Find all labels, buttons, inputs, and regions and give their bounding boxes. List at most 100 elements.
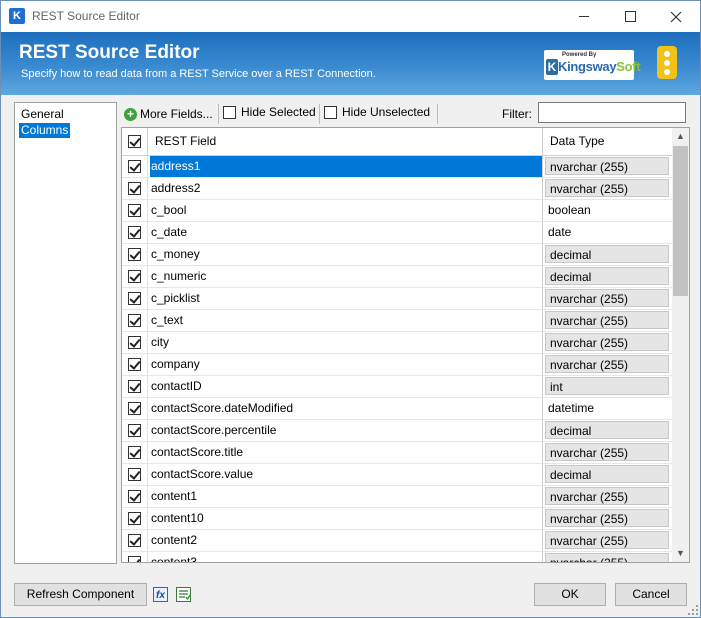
hide-selected-checkbox[interactable]: Hide Selected	[223, 105, 316, 119]
data-type-cell[interactable]: int	[542, 376, 673, 397]
row-checkbox[interactable]	[128, 534, 141, 547]
data-type-cell[interactable]: nvarchar (255)	[542, 530, 673, 551]
rest-field-cell[interactable]: content1	[150, 486, 542, 507]
rest-field-cell[interactable]: content2	[150, 530, 542, 551]
rest-field-cell[interactable]: contactScore.dateModified	[150, 398, 542, 419]
scroll-up-icon[interactable]: ▲	[672, 128, 689, 145]
data-type-cell[interactable]: nvarchar (255)	[542, 178, 673, 199]
table-row[interactable]: c_money decimal	[122, 244, 672, 266]
resize-grip-icon[interactable]	[687, 604, 699, 616]
data-type-cell[interactable]: decimal	[542, 244, 673, 265]
row-checkbox[interactable]	[128, 160, 141, 173]
vertical-scrollbar[interactable]: ▲ ▼	[672, 128, 689, 562]
data-type-cell[interactable]: nvarchar (255)	[542, 552, 673, 562]
rest-field-cell[interactable]: content3	[150, 552, 542, 562]
row-checkbox[interactable]	[128, 468, 141, 481]
row-checkbox[interactable]	[128, 358, 141, 371]
rest-field-cell[interactable]: contactID	[150, 376, 542, 397]
table-row[interactable]: c_date date	[122, 222, 672, 244]
ok-button[interactable]: OK	[534, 583, 606, 606]
column-header-data-type[interactable]: Data Type	[550, 128, 604, 155]
data-type-cell[interactable]: nvarchar (255)	[542, 156, 673, 177]
cancel-button[interactable]: Cancel	[615, 583, 687, 606]
rest-field-cell[interactable]: contactScore.value	[150, 464, 542, 485]
row-checkbox[interactable]	[128, 446, 141, 459]
data-type-cell[interactable]: nvarchar (255)	[542, 486, 673, 507]
rest-field-cell[interactable]: contactScore.title	[150, 442, 542, 463]
row-checkbox[interactable]	[128, 248, 141, 261]
table-row[interactable]: c_picklist nvarchar (255)	[122, 288, 672, 310]
maximize-button[interactable]	[607, 1, 653, 32]
column-list-icon[interactable]	[176, 587, 191, 602]
rest-field-cell[interactable]: c_date	[150, 222, 542, 243]
nav-item-columns[interactable]: Columns	[19, 123, 71, 138]
table-row[interactable]: contactScore.title nvarchar (255)	[122, 442, 672, 464]
table-row[interactable]: content2 nvarchar (255)	[122, 530, 672, 552]
rest-field-cell[interactable]: c_money	[150, 244, 542, 265]
rest-field-cell[interactable]: city	[150, 332, 542, 353]
table-row[interactable]: contactScore.dateModified datetime	[122, 398, 672, 420]
data-type-cell[interactable]: nvarchar (255)	[542, 332, 673, 353]
data-type-cell[interactable]: nvarchar (255)	[542, 310, 673, 331]
table-row[interactable]: city nvarchar (255)	[122, 332, 672, 354]
scroll-down-icon[interactable]: ▼	[672, 545, 689, 562]
data-type-cell[interactable]: boolean	[542, 200, 673, 221]
data-type-cell[interactable]: nvarchar (255)	[542, 442, 673, 463]
close-button[interactable]	[653, 1, 699, 32]
data-type-cell[interactable]: nvarchar (255)	[542, 508, 673, 529]
row-checkbox[interactable]	[128, 336, 141, 349]
table-row[interactable]: company nvarchar (255)	[122, 354, 672, 376]
row-checkbox[interactable]	[128, 314, 141, 327]
rest-field-cell[interactable]: c_bool	[150, 200, 542, 221]
more-fields-button[interactable]: + More Fields...	[124, 105, 213, 123]
data-type-cell[interactable]: datetime	[542, 398, 673, 419]
data-type-cell[interactable]: nvarchar (255)	[542, 288, 673, 309]
table-row[interactable]: c_bool boolean	[122, 200, 672, 222]
hide-unselected-checkbox[interactable]: Hide Unselected	[324, 105, 430, 119]
row-checkbox[interactable]	[128, 402, 141, 415]
table-row[interactable]: address1 nvarchar (255)	[122, 156, 672, 178]
row-checkbox[interactable]	[128, 270, 141, 283]
rest-field-cell[interactable]: content10	[150, 508, 542, 529]
table-row[interactable]: contactScore.value decimal	[122, 464, 672, 486]
rest-field-cell[interactable]: address1	[150, 156, 542, 177]
row-checkbox[interactable]	[128, 556, 141, 562]
filter-input[interactable]	[538, 102, 686, 123]
expression-icon[interactable]: fx	[153, 587, 168, 602]
rest-field-cell[interactable]: contactScore.percentile	[150, 420, 542, 441]
row-checkbox[interactable]	[128, 512, 141, 525]
row-checkbox[interactable]	[128, 226, 141, 239]
table-row[interactable]: contactID int	[122, 376, 672, 398]
row-checkbox[interactable]	[128, 490, 141, 503]
rest-field-cell[interactable]: c_text	[150, 310, 542, 331]
row-checkbox[interactable]	[128, 182, 141, 195]
table-row[interactable]: contactScore.percentile decimal	[122, 420, 672, 442]
table-row[interactable]: content3 nvarchar (255)	[122, 552, 673, 562]
rest-field-cell[interactable]: c_picklist	[150, 288, 542, 309]
rest-field-cell[interactable]: address2	[150, 178, 542, 199]
table-row[interactable]: content1 nvarchar (255)	[122, 486, 672, 508]
data-type-cell[interactable]: decimal	[542, 464, 673, 485]
select-all-checkbox[interactable]	[128, 135, 141, 148]
scrollbar-thumb[interactable]	[673, 146, 688, 296]
refresh-component-button[interactable]: Refresh Component	[14, 583, 147, 606]
hide-selected-box[interactable]	[223, 105, 236, 119]
data-type-cell[interactable]: decimal	[542, 420, 673, 441]
minimize-button[interactable]	[561, 1, 607, 32]
rest-field-cell[interactable]: company	[150, 354, 542, 375]
rest-field-cell[interactable]: c_numeric	[150, 266, 542, 287]
data-type-cell[interactable]: nvarchar (255)	[542, 354, 673, 375]
nav-item-general[interactable]: General	[19, 107, 66, 122]
data-type-cell[interactable]: decimal	[542, 266, 673, 287]
table-row[interactable]: c_text nvarchar (255)	[122, 310, 672, 332]
table-row[interactable]: content10 nvarchar (255)	[122, 508, 672, 530]
row-checkbox[interactable]	[128, 204, 141, 217]
table-row[interactable]: c_numeric decimal	[122, 266, 672, 288]
data-type-cell[interactable]: date	[542, 222, 673, 243]
column-header-rest-field[interactable]: REST Field	[155, 128, 216, 155]
row-checkbox[interactable]	[128, 380, 141, 393]
table-row[interactable]: address2 nvarchar (255)	[122, 178, 672, 200]
row-checkbox[interactable]	[128, 424, 141, 437]
row-checkbox[interactable]	[128, 292, 141, 305]
hide-unselected-box[interactable]	[324, 105, 337, 119]
